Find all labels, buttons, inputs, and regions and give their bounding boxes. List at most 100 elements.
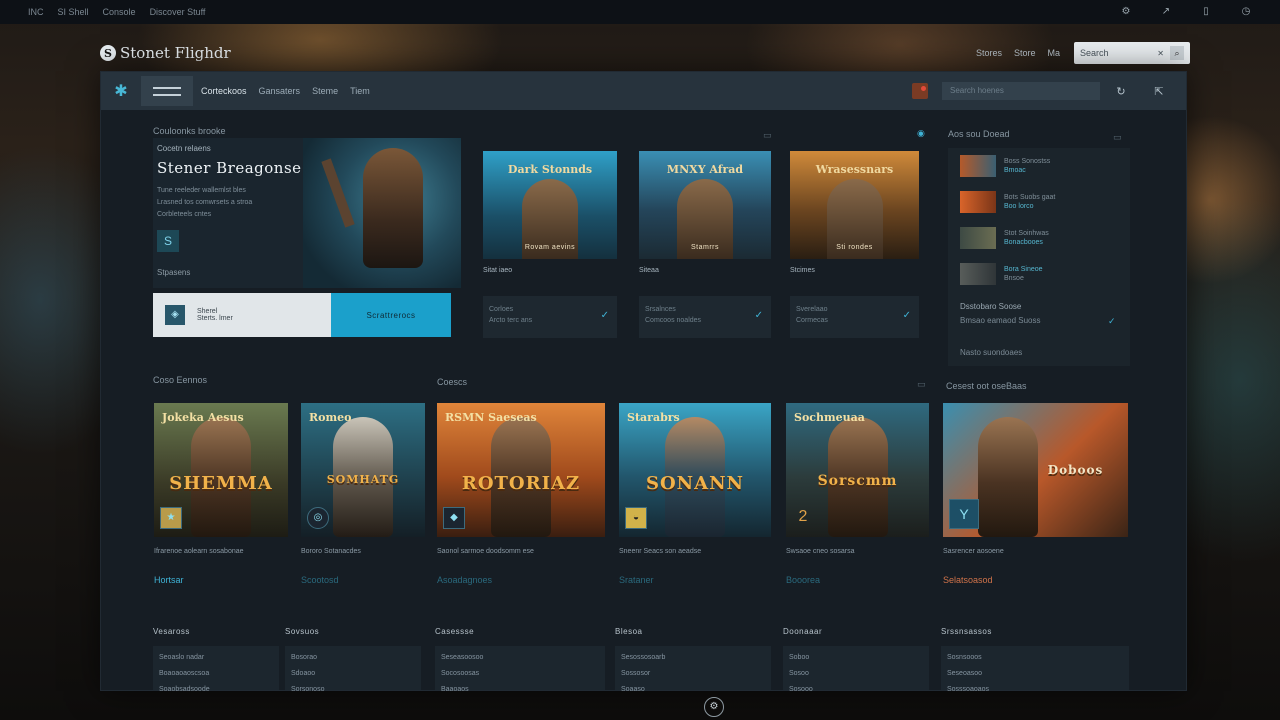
right-panel-item[interactable]: Bots Suobs gaat Boo lorco <box>960 190 1120 214</box>
settings-icon[interactable]: ⚙ <box>1120 6 1132 18</box>
game-tile-top: Jokeka Aesus <box>162 411 244 424</box>
menu-button[interactable] <box>141 76 193 106</box>
refresh-icon[interactable]: ↻ <box>1110 85 1132 98</box>
row2-label: Coescs <box>437 377 468 387</box>
right-panel-label: Aos sou Doead <box>948 129 1010 139</box>
featured-kicker: Cocetn relaens <box>157 144 211 153</box>
right-panel-item[interactable]: Stot Soinhwas Bonacbooes <box>960 226 1120 250</box>
chat-icon[interactable]: ▭ <box>763 130 772 141</box>
notes-icon[interactable]: ▯ <box>1200 6 1212 18</box>
tab-items[interactable]: Tiem <box>350 86 370 96</box>
header-search-input[interactable]: Search ✕ ⌕ <box>1074 42 1190 64</box>
footer-link[interactable]: Socosoosas <box>441 666 599 682</box>
footer-link[interactable]: Seseasoosoo <box>441 650 599 666</box>
footer-column: Sovsuos Bosorao Sdoaoo Sorsonoso <box>285 617 421 693</box>
footer-link[interactable]: Seoaslo nadar <box>159 650 273 666</box>
footer-link[interactable]: Baaoaos <box>441 682 599 698</box>
check-icon[interactable]: ✓ <box>1108 316 1116 327</box>
game-tile[interactable]: Romeo SOMHATG ◎ <box>301 403 425 537</box>
game-tile-price[interactable]: Scootosd <box>301 574 425 586</box>
game-tile-meta-line: Ifrarenoe aolearn sosabonae <box>154 548 244 555</box>
featured-hero[interactable]: Cocetn relaens Stener Breagonse Tune ree… <box>153 138 461 288</box>
tab-games[interactable]: Gansaters <box>259 86 301 96</box>
header-link[interactable]: Store <box>1014 48 1036 58</box>
os-bar-item[interactable]: Discover Stuff <box>150 7 206 17</box>
right-panel-item[interactable]: Bora Sineoe Bnsoe <box>960 262 1120 286</box>
check-icon[interactable]: ✓ <box>755 310 763 321</box>
footer-link[interactable]: Sosnsooos <box>947 650 1123 666</box>
footer-link[interactable]: Sorsonoso <box>291 682 415 698</box>
game-tile-title: Doboos <box>1047 463 1104 477</box>
chat-icon[interactable]: ▭ <box>917 379 926 390</box>
footer-link[interactable]: Sesossosoarb <box>621 650 765 666</box>
pin-icon[interactable]: ↗ <box>1160 6 1172 18</box>
dot-icon[interactable]: ◉ <box>917 128 925 139</box>
footer-link[interactable]: Soaobsadsoode <box>159 682 273 698</box>
footer-column: Vesaross Seoaslo nadar Boaoaoaoscsoa Soa… <box>153 617 279 693</box>
steam-icon[interactable]: ⚙ <box>704 697 724 717</box>
right-panel-footer[interactable]: Nasto suondoaes <box>960 348 1120 357</box>
featured-desc-line: Corbleteels cntes <box>157 211 212 218</box>
featured-cta-button[interactable]: Scrattrerocs <box>331 293 451 337</box>
tab-home[interactable]: Corteckoos <box>201 86 247 96</box>
game-tile[interactable]: Doboos Y <box>943 403 1128 537</box>
os-bar-item[interactable]: SI Shell <box>58 7 89 17</box>
close-icon[interactable]: ✕ <box>1157 49 1164 58</box>
chat-icon[interactable]: ▭ <box>1113 132 1122 143</box>
footer-link[interactable]: Sosooo <box>789 682 923 698</box>
game-card[interactable]: MNXY Afrad Stamrrs Siteaa Srsalnces Comc… <box>639 151 771 338</box>
footer-link[interactable]: Sdoaoo <box>291 666 415 682</box>
app-header: S Stonet Flighdr Stores Store Ma Search … <box>100 36 1190 70</box>
tab-store[interactable]: Steme <box>312 86 338 96</box>
app-logo[interactable]: S Stonet Flighdr <box>100 44 231 62</box>
footer-heading: Blesoa <box>615 627 643 636</box>
game-tile[interactable]: Jokeka Aesus SHEMMA ★ <box>154 403 288 537</box>
steam-badge-icon: S <box>157 230 179 252</box>
game-card[interactable]: Dark Stonnds Rovam aevins Sitat iaeo Cor… <box>483 151 617 338</box>
game-tile[interactable]: Starabrs SONANN ◒ <box>619 403 771 537</box>
avatar[interactable] <box>912 83 928 99</box>
footer-links: Soboo Sosoo Sosooo <box>783 646 929 693</box>
footer-link[interactable]: Sosssoaoaos <box>947 682 1123 698</box>
expand-icon[interactable]: ⇱ <box>1148 85 1170 98</box>
header-link[interactable]: Ma <box>1047 48 1060 58</box>
right-panel-footer[interactable]: Bmsao eamaod Suoss <box>960 316 1120 325</box>
footer-link[interactable]: Soboo <box>789 650 923 666</box>
check-icon[interactable]: ✓ <box>601 310 609 321</box>
game-tile-price[interactable]: Asoadagnoes <box>437 574 605 586</box>
search-icon[interactable]: ⌕ <box>1170 46 1184 60</box>
nav-search-input[interactable]: Search hoenes <box>942 82 1100 100</box>
footer-link[interactable]: Bosorao <box>291 650 415 666</box>
clock-icon[interactable]: ◷ <box>1240 6 1252 18</box>
game-tile-meta-line: Sneenr Seacs son aeadse <box>619 548 702 555</box>
game-card[interactable]: Wrasessnars Sti rondes Stcimes Sverelaao… <box>790 151 919 338</box>
footer-link[interactable]: Sosoo <box>789 666 923 682</box>
game-tile-price[interactable]: Selatsoasod <box>943 574 1128 586</box>
game-tile-price[interactable]: Hortsar <box>154 574 288 586</box>
game-card-name: Sitat iaeo <box>483 267 513 274</box>
right-panel-item[interactable]: Boss Sonostss Bmoac <box>960 154 1120 178</box>
os-bar-item[interactable]: Console <box>103 7 136 17</box>
game-tile[interactable]: Sochmeuaa Sorscmm 2 <box>786 403 929 537</box>
footer-link[interactable]: Boaoaoaoscsoa <box>159 666 273 682</box>
header-link[interactable]: Stores <box>976 48 1002 58</box>
footer-link[interactable]: Seseoasoo <box>947 666 1123 682</box>
footer-column: Doonaaar Soboo Sosoo Sosooo <box>783 617 929 693</box>
game-card-caption: Stamrrs <box>691 244 719 251</box>
game-tile[interactable]: RSMN Saeseas ROTORIAZ ◆ <box>437 403 605 537</box>
row2-label: Cesest oot oseBaas <box>946 381 1027 391</box>
main-nav: ✱ Corteckoos Gansaters Steme Tiem Search… <box>101 72 1186 110</box>
hamburger-icon <box>153 86 181 96</box>
item-line: Stot Soinhwas <box>1004 230 1049 237</box>
game-tile-price[interactable]: Srataner <box>619 574 771 586</box>
game-tile-price[interactable]: Booorea <box>786 574 929 586</box>
check-icon[interactable]: ✓ <box>903 310 911 321</box>
item-line: Boss Sonostss <box>1004 158 1051 165</box>
os-bar-item[interactable]: INC <box>28 7 44 17</box>
footer-link[interactable]: Sossosor <box>621 666 765 682</box>
store-window: ✱ Corteckoos Gansaters Steme Tiem Search… <box>100 71 1187 693</box>
brand-icon[interactable]: ✱ <box>101 81 141 101</box>
steam-logo-icon: S <box>100 45 116 61</box>
footer-link[interactable]: Soaaso <box>621 682 765 698</box>
item-line: Bots Suobs gaat <box>1004 194 1056 201</box>
